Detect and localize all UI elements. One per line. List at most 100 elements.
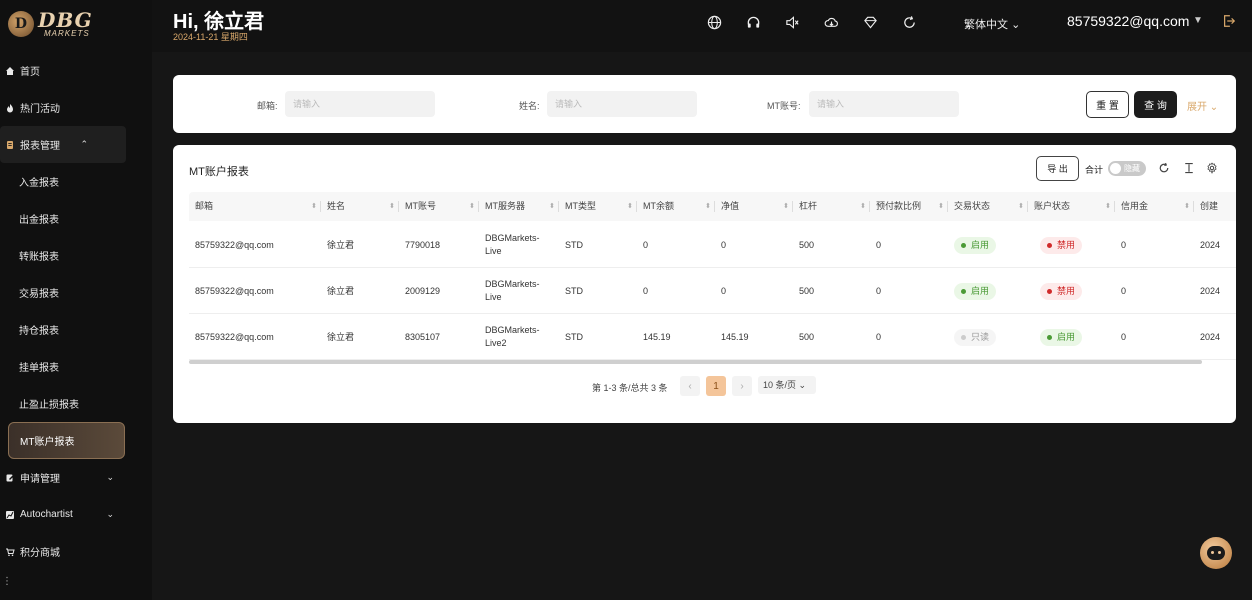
query-button[interactable]: 查 询	[1134, 91, 1177, 118]
mute-icon[interactable]	[784, 14, 800, 30]
sort-icon[interactable]: ⬍	[705, 192, 711, 221]
column-header-mt-server[interactable]: MT服务器 ⬍	[479, 192, 559, 221]
next-page-button[interactable]: ›	[732, 376, 752, 396]
cloud-download-icon[interactable]	[823, 14, 839, 30]
column-header-trade-status[interactable]: 交易状态 ⬍	[948, 192, 1028, 221]
logout-icon[interactable]	[1222, 14, 1236, 33]
column-header-mt-type[interactable]: MT类型 ⬍	[559, 192, 637, 221]
globe-icon[interactable]	[706, 14, 722, 30]
report-icon	[4, 139, 16, 151]
column-header-label: 信用金	[1121, 201, 1149, 211]
chevron-down-icon: ⌄	[798, 380, 807, 390]
apply-icon	[4, 472, 16, 484]
status-badge: 禁用	[1040, 282, 1083, 300]
horizontal-scrollbar[interactable]	[189, 360, 1202, 364]
chevron-down-icon: ⌄	[106, 509, 114, 519]
column-header-equity[interactable]: 净值 ⬍	[715, 192, 793, 221]
table-row[interactable]: 85759322@qq.com 徐立君 2009129 DBGMarkets-L…	[189, 268, 1236, 314]
column-header-label: MT服务器	[485, 201, 525, 211]
total-label: 合计	[1085, 165, 1104, 175]
sidebar-item-home[interactable]: 首页	[0, 52, 152, 89]
robot-face-icon	[1207, 546, 1225, 560]
sort-icon[interactable]: ⬍	[783, 192, 789, 221]
reload-icon[interactable]	[1157, 161, 1171, 175]
sort-icon[interactable]: ⬍	[469, 192, 475, 221]
column-header-name[interactable]: 姓名 ⬍	[321, 192, 399, 221]
cell-mt-account: 7790018	[405, 239, 441, 250]
cell-mt-server: DBGMarkets-Live	[485, 233, 540, 256]
sidebar-item-activities[interactable]: 热门活动	[0, 89, 152, 126]
cell-equity: 145.19	[721, 331, 749, 342]
email-filter-input[interactable]	[285, 91, 435, 117]
refresh-icon[interactable]	[901, 14, 917, 30]
name-filter-input[interactable]	[547, 91, 697, 117]
table-title: MT账户报表	[189, 166, 249, 178]
chevron-down-icon: ⌄	[1011, 19, 1021, 31]
column-header-account-status[interactable]: 账户状态 ⬍	[1028, 192, 1115, 221]
sidebar-item-pending-report[interactable]: 挂单报表	[0, 348, 152, 385]
page-1-button[interactable]: 1	[706, 376, 726, 396]
sidebar-item-label: 交易报表	[19, 289, 59, 300]
cell-equity: 0	[721, 239, 727, 250]
sidebar-collapse-handle-icon[interactable]: ⋮	[2, 576, 12, 587]
sort-icon[interactable]: ⬍	[1018, 192, 1024, 221]
column-header-label: MT余额	[643, 201, 674, 211]
diamond-icon[interactable]	[862, 14, 878, 30]
language-selector[interactable]: 繁体中文 ⌄	[964, 16, 1020, 32]
customer-service-float-button[interactable]	[1200, 537, 1232, 569]
toggle-label: 隐藏	[1124, 164, 1140, 173]
sidebar-item-position-report[interactable]: 持仓报表	[0, 311, 152, 348]
header-toolbar	[706, 14, 940, 30]
column-header-mt-balance[interactable]: MT余额 ⬍	[637, 192, 715, 221]
sort-icon[interactable]: ⬍	[860, 192, 866, 221]
cell-credit: 0	[1121, 331, 1127, 342]
cell-trade-status: 启用	[948, 268, 997, 314]
column-header-mt-account[interactable]: MT账号 ⬍	[399, 192, 479, 221]
sidebar-item-applications[interactable]: 申请管理 ⌄	[0, 459, 152, 496]
table-row[interactable]: 85759322@qq.com 徐立君 8305107 DBGMarkets-L…	[189, 314, 1236, 360]
column-header-created[interactable]: 创建	[1194, 192, 1236, 221]
user-email[interactable]: 85759322@qq.com	[1067, 13, 1189, 29]
brand-logo[interactable]: D DBG MARKETS	[8, 6, 93, 42]
cell-email: 85759322@qq.com	[195, 239, 274, 250]
total-toggle[interactable]: 隐藏	[1108, 161, 1146, 176]
sidebar-item-points-mall[interactable]: 积分商城	[0, 533, 152, 570]
sidebar-item-label: 积分商城	[20, 548, 60, 559]
mt-account-filter-input[interactable]	[809, 91, 959, 117]
sidebar-item-autochartist[interactable]: Autochartist ⌄	[0, 496, 152, 533]
sort-icon[interactable]: ⬍	[938, 192, 944, 221]
column-header-label: 交易状态	[954, 201, 991, 211]
export-button[interactable]: 导 出	[1036, 156, 1079, 181]
column-header-leverage[interactable]: 杠杆 ⬍	[793, 192, 870, 221]
sidebar-item-reports[interactable]: 报表管理 ⌃	[0, 126, 126, 163]
headset-icon[interactable]	[745, 14, 761, 30]
page-size-select[interactable]: 10 条/页 ⌄	[758, 376, 816, 394]
sort-icon[interactable]: ⬍	[389, 192, 395, 221]
sidebar-item-tpsl-report[interactable]: 止盈止损报表	[0, 385, 152, 422]
sort-icon[interactable]: ⬍	[1105, 192, 1111, 221]
settings-gear-icon[interactable]	[1205, 161, 1219, 175]
caret-down-icon[interactable]: ▼	[1193, 15, 1203, 26]
sidebar-item-deposit-report[interactable]: 入金报表	[0, 163, 152, 200]
expand-toggle[interactable]: 展开 ⌄	[1187, 98, 1218, 113]
column-height-icon[interactable]	[1182, 161, 1196, 175]
prev-page-button[interactable]: ‹	[680, 376, 700, 396]
sidebar-item-mt-account-report[interactable]: MT账户报表	[8, 422, 125, 459]
column-header-margin-ratio[interactable]: 预付款比例 ⬍	[870, 192, 948, 221]
cell-account-status: 禁用	[1034, 268, 1083, 314]
status-badge: 启用	[1040, 328, 1083, 346]
sidebar-item-withdraw-report[interactable]: 出金报表	[0, 200, 152, 237]
sort-icon[interactable]: ⬍	[311, 192, 317, 221]
table-row[interactable]: 85759322@qq.com 徐立君 7790018 DBGMarkets-L…	[189, 222, 1236, 268]
chart-icon	[4, 509, 16, 521]
sidebar-item-transfer-report[interactable]: 转账报表	[0, 237, 152, 274]
pagination: 第 1-3 条/总共 3 条 ‹ 1 › 10 条/页 ⌄	[173, 376, 1236, 396]
sort-icon[interactable]: ⬍	[549, 192, 555, 221]
sort-icon[interactable]: ⬍	[1184, 192, 1190, 221]
reset-button[interactable]: 重 置	[1086, 91, 1129, 118]
sidebar-item-trade-report[interactable]: 交易报表	[0, 274, 152, 311]
sort-icon[interactable]: ⬍	[627, 192, 633, 221]
cell-leverage: 500	[799, 331, 815, 342]
column-header-email[interactable]: 邮箱 ⬍	[189, 192, 321, 221]
column-header-credit[interactable]: 信用金 ⬍	[1115, 192, 1194, 221]
